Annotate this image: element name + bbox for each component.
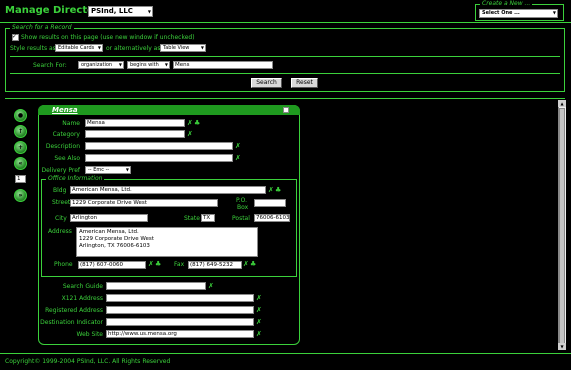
address-line: 1229 Corporate Drive West bbox=[79, 236, 154, 242]
style-label: Style results as bbox=[10, 45, 56, 52]
scroll-up-icon[interactable]: ▲ bbox=[558, 100, 566, 107]
person-icon[interactable]: ♣ bbox=[250, 260, 256, 268]
category-field[interactable] bbox=[85, 130, 185, 138]
scroll-down-icon[interactable]: ▼ bbox=[558, 343, 566, 350]
back-icon[interactable]: « bbox=[14, 157, 27, 170]
search-for-label: Search For: bbox=[33, 62, 67, 69]
new-window-label: Show results on this page (use new windo… bbox=[21, 34, 195, 41]
add-record-icon[interactable]: + bbox=[14, 141, 27, 154]
create-new-select[interactable]: Select One ... bbox=[479, 9, 558, 18]
address-line: Arlington, TX 76006-6103 bbox=[79, 243, 150, 249]
destination-indicator-label: Destination Indicator bbox=[40, 319, 103, 326]
city-label: City bbox=[55, 215, 67, 222]
destination-indicator-field[interactable] bbox=[106, 318, 254, 326]
search-legend: Search for a Record bbox=[10, 24, 74, 31]
bldg-label: Bldg bbox=[53, 187, 67, 194]
category-label: Category bbox=[52, 131, 80, 138]
previous-page-icon[interactable]: ↑ bbox=[14, 125, 27, 138]
po-box-field[interactable] bbox=[254, 199, 286, 207]
scroll-thumb[interactable] bbox=[559, 108, 565, 344]
validate-icon[interactable]: ✗ bbox=[256, 330, 262, 338]
office-information-legend: Office Information bbox=[46, 175, 105, 182]
person-icon[interactable]: ♣ bbox=[155, 260, 161, 268]
box-label: Box bbox=[237, 204, 249, 211]
validate-icon[interactable]: ✗ bbox=[256, 306, 262, 314]
forward-icon[interactable]: » bbox=[14, 189, 27, 202]
search-divider-2 bbox=[10, 73, 560, 74]
postal-field[interactable]: 76006-6103 bbox=[254, 214, 290, 222]
search-guide-label: Search Guide bbox=[62, 283, 103, 290]
check-icon: ✓ bbox=[12, 33, 18, 40]
search-guide-field[interactable] bbox=[106, 282, 206, 290]
registered-address-label: Registered Address bbox=[45, 307, 103, 314]
record-title[interactable]: Mensa bbox=[52, 106, 78, 114]
search-divider bbox=[10, 56, 560, 57]
address-textarea[interactable]: American Mensa, Ltd. 1229 Corporate Driv… bbox=[76, 227, 258, 257]
create-new-legend: Create a New ... bbox=[480, 0, 533, 7]
style-select[interactable]: Editable Cards bbox=[55, 44, 103, 52]
footer-divider bbox=[0, 353, 571, 354]
validate-icon[interactable]: ✗ bbox=[208, 282, 214, 290]
web-site-label: Web Site bbox=[76, 331, 103, 338]
validate-icon[interactable]: ✗ bbox=[268, 186, 274, 194]
x121-address-field[interactable] bbox=[106, 294, 254, 302]
validate-icon[interactable]: ✗ bbox=[235, 154, 241, 162]
search-button[interactable]: Search bbox=[251, 78, 282, 88]
state-label: State bbox=[184, 215, 200, 222]
reset-button[interactable]: Reset bbox=[291, 78, 318, 88]
validate-icon[interactable]: ✗ bbox=[187, 119, 193, 127]
address-label: Address bbox=[48, 228, 72, 235]
validate-icon[interactable]: ✗ bbox=[256, 294, 262, 302]
web-site-field[interactable]: http://www.us.mensa.org bbox=[106, 330, 254, 338]
address-line: American Mensa, Ltd. bbox=[79, 229, 139, 235]
see-also-field[interactable] bbox=[85, 154, 233, 162]
record-type-select[interactable]: organization bbox=[78, 61, 124, 69]
name-label: Name bbox=[62, 120, 80, 127]
street-field[interactable]: 1229 Corporate Drive West bbox=[70, 199, 218, 207]
organization-select[interactable]: PSInd, LLC bbox=[88, 6, 153, 17]
first-page-icon[interactable]: ● bbox=[14, 109, 27, 122]
state-field[interactable]: TX bbox=[201, 214, 215, 222]
see-also-label: See Also bbox=[54, 155, 80, 162]
or-label: or alternatively as bbox=[106, 45, 161, 52]
description-label: Description bbox=[45, 143, 80, 150]
copyright-text: Copyright© 1999-2004 PSInd, LLC. All Rig… bbox=[5, 358, 171, 365]
card-select-checkbox[interactable] bbox=[283, 107, 289, 113]
po-label: P.O. bbox=[236, 197, 247, 204]
delivery-pref-label: Delivery Pref bbox=[41, 167, 80, 174]
validate-icon[interactable]: ✗ bbox=[148, 260, 154, 268]
name-field[interactable]: Mensa bbox=[85, 119, 185, 127]
street-label: Street bbox=[52, 199, 71, 206]
page-number-input[interactable]: 1 bbox=[15, 175, 26, 183]
description-field[interactable] bbox=[85, 142, 233, 150]
city-field[interactable]: Arlington bbox=[70, 214, 148, 222]
validate-icon[interactable]: ✗ bbox=[256, 318, 262, 326]
postal-label: Postal bbox=[232, 215, 250, 222]
header-divider bbox=[0, 22, 571, 23]
search-query-input[interactable]: Mens bbox=[173, 61, 273, 69]
bldg-field[interactable]: American Mensa, Ltd. bbox=[70, 186, 266, 194]
person-icon[interactable]: ♣ bbox=[275, 186, 281, 194]
person-icon[interactable]: ♣ bbox=[194, 119, 200, 127]
match-mode-select[interactable]: begins with bbox=[127, 61, 170, 69]
registered-address-field[interactable] bbox=[106, 306, 254, 314]
delivery-pref-select[interactable]: -- Emc -- bbox=[85, 166, 131, 174]
x121-address-label: X121 Address bbox=[61, 295, 103, 302]
phone-field[interactable]: (817) 607-0060 bbox=[78, 261, 146, 269]
view-select[interactable]: Table View bbox=[160, 44, 206, 52]
validate-icon[interactable]: ✗ bbox=[187, 130, 193, 138]
validate-icon[interactable]: ✗ bbox=[235, 142, 241, 150]
validate-icon[interactable]: ✗ bbox=[243, 260, 249, 268]
fax-field[interactable]: (817) 649-5232 bbox=[188, 261, 242, 269]
fax-label: Fax bbox=[174, 261, 185, 268]
phone-label: Phone bbox=[54, 261, 73, 268]
